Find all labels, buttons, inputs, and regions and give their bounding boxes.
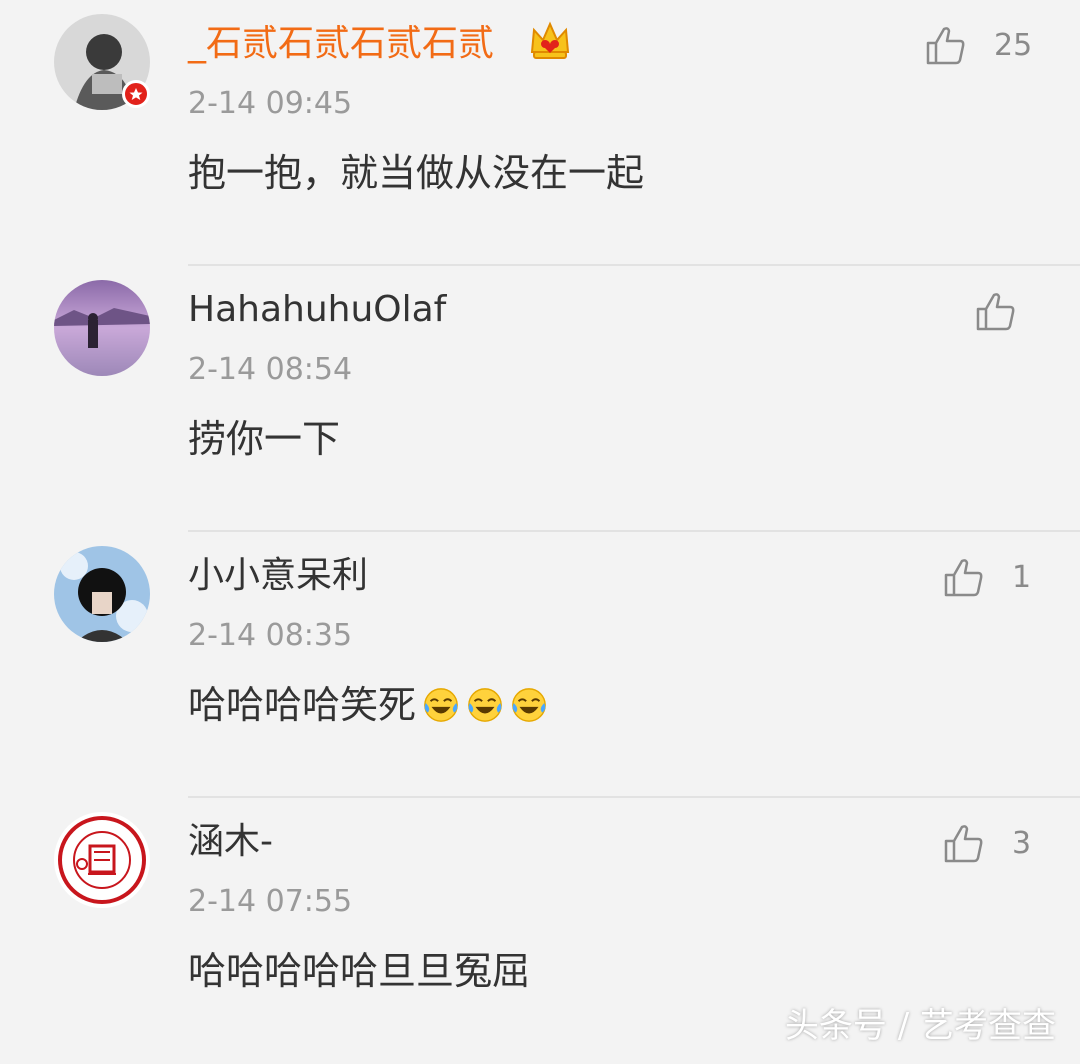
verified-badge-icon bbox=[122, 80, 150, 108]
avatar[interactable] bbox=[54, 546, 150, 642]
like-button[interactable]: 3 bbox=[942, 820, 1031, 866]
laugh-cry-icon bbox=[512, 688, 546, 722]
like-count: 25 bbox=[994, 27, 1033, 63]
like-button[interactable] bbox=[974, 288, 1018, 334]
like-count: 3 bbox=[1012, 825, 1032, 861]
username[interactable]: 涵木- bbox=[188, 820, 273, 864]
comment-text: 抱一抱，就当做从没在一起 bbox=[188, 151, 645, 195]
like-button[interactable]: 25 bbox=[924, 22, 1032, 68]
username[interactable]: HahahuhuOlaf bbox=[188, 288, 446, 332]
comment-item: 小小意呆利 2-14 08:35 哈哈哈哈笑死 1 bbox=[0, 532, 1080, 798]
timestamp: 2-14 08:35 bbox=[188, 618, 353, 653]
laugh-cry-icon bbox=[424, 688, 458, 722]
thumbs-up-icon bbox=[976, 293, 1015, 331]
username[interactable]: _石贰石贰石贰石贰 bbox=[188, 22, 494, 66]
comment-text: 哈哈哈哈哈旦旦冤屈 bbox=[188, 949, 531, 993]
laugh-cry-icon bbox=[468, 688, 502, 722]
username[interactable]: 小小意呆利 bbox=[188, 554, 368, 598]
comment-text: 捞你一下 bbox=[188, 417, 341, 461]
timestamp: 2-14 07:55 bbox=[188, 884, 353, 919]
thumbs-up-icon bbox=[926, 27, 965, 65]
like-count: 1 bbox=[1012, 559, 1032, 595]
thumbs-up-icon bbox=[944, 559, 983, 597]
timestamp: 2-14 09:45 bbox=[188, 86, 353, 121]
crown-icon bbox=[530, 21, 570, 59]
watermark: 头条号 / 艺考查查 bbox=[784, 1006, 1056, 1046]
thumbs-up-icon bbox=[944, 825, 983, 863]
timestamp: 2-14 08:54 bbox=[188, 352, 353, 387]
avatar[interactable] bbox=[54, 280, 150, 376]
avatar[interactable] bbox=[54, 812, 150, 908]
comment-item: HahahuhuOlaf 2-14 08:54 捞你一下 bbox=[0, 266, 1080, 532]
like-button[interactable]: 1 bbox=[942, 554, 1031, 600]
comment-item: _石贰石贰石贰石贰 2-14 09:45 抱一抱，就当做从没在一起 25 bbox=[0, 0, 1080, 266]
comment-text-body: 哈哈哈哈笑死 bbox=[188, 683, 417, 727]
comment-text: 哈哈哈哈笑死 bbox=[188, 682, 548, 728]
